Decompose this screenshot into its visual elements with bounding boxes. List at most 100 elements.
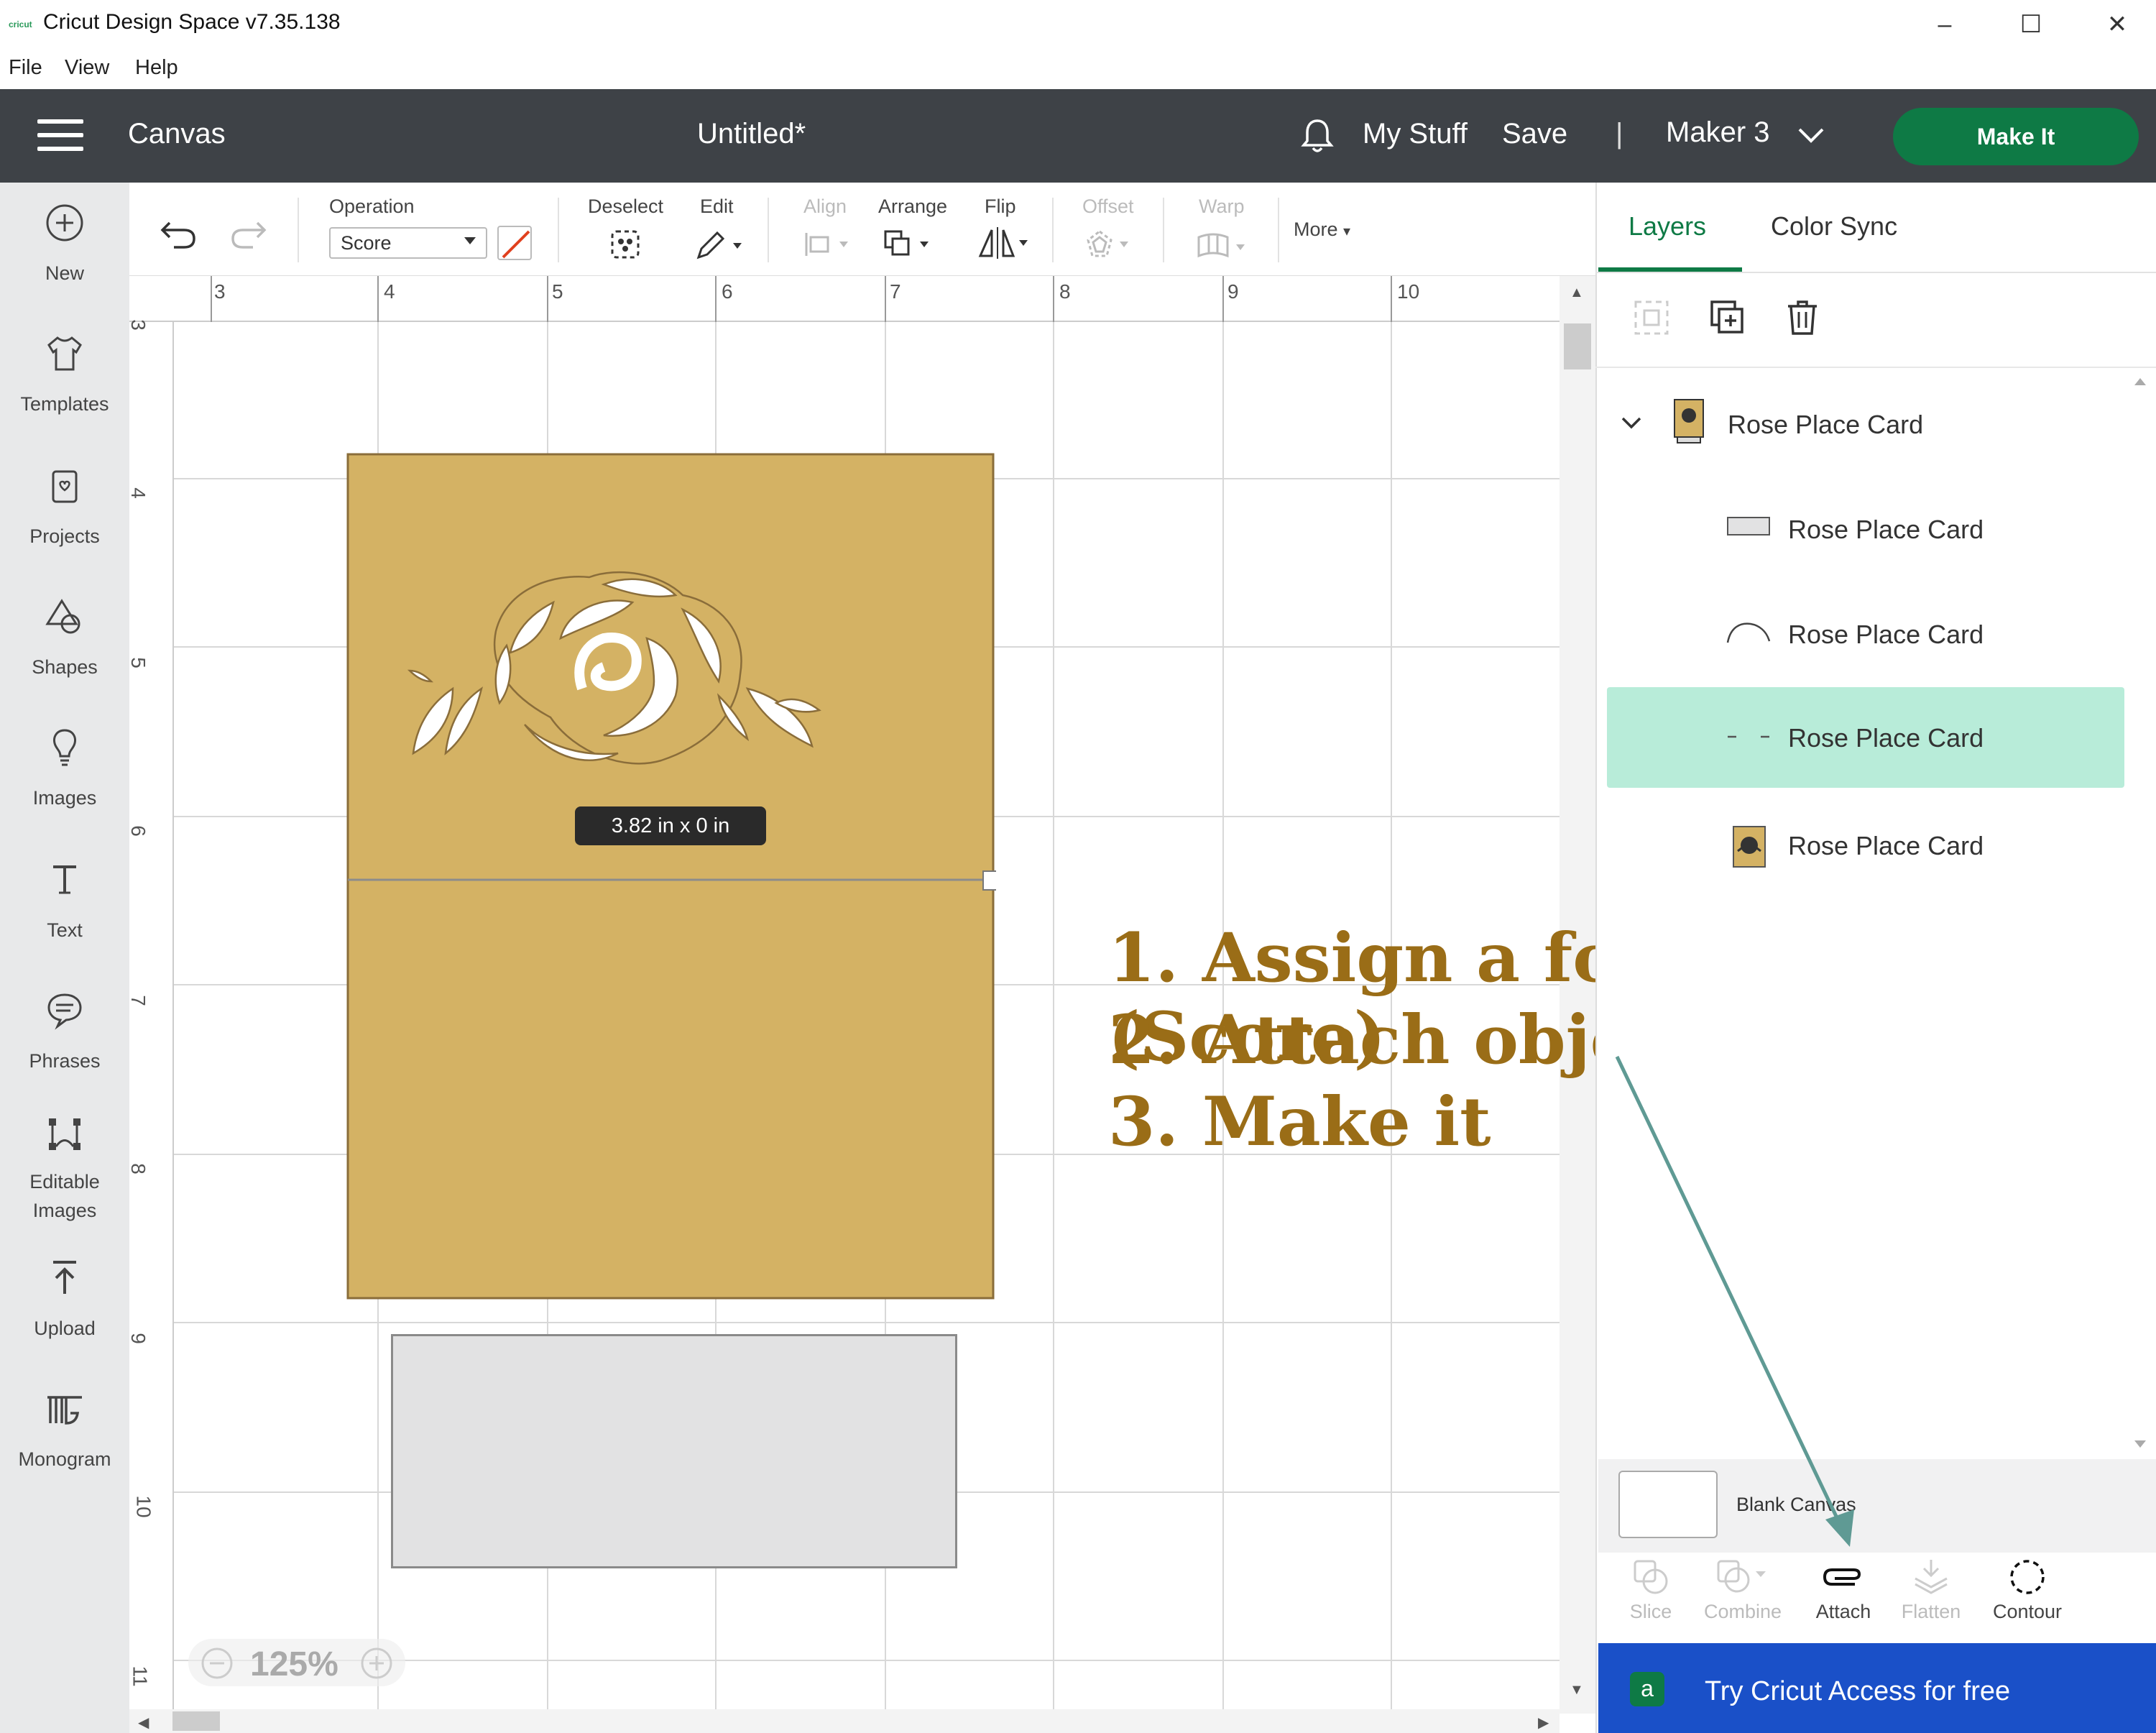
zoom-level: 125% xyxy=(250,1645,338,1683)
layer-group-row[interactable]: Rose Place Card xyxy=(1607,374,2124,474)
chevron-down-icon[interactable] xyxy=(1618,410,1644,436)
scroll-up-icon[interactable]: ▲ xyxy=(1570,285,1584,301)
rectangle-thumbnail xyxy=(1727,517,1770,535)
menu-file[interactable]: File xyxy=(9,56,42,80)
bell-icon[interactable] xyxy=(1299,116,1335,155)
zoom-in-icon[interactable] xyxy=(359,1646,394,1681)
sidebar-item-editable-images[interactable]: Editable Images xyxy=(0,1113,129,1256)
vertical-scroll-thumb[interactable] xyxy=(1564,323,1591,369)
scroll-down-icon[interactable]: ▼ xyxy=(1570,1682,1584,1698)
scroll-left-icon[interactable]: ◀ xyxy=(138,1714,149,1732)
sidebar-item-label: Phrases xyxy=(29,1050,101,1072)
operation-dropdown[interactable]: Score xyxy=(329,227,487,259)
menu-help[interactable]: Help xyxy=(135,56,178,80)
score-line-thumbnail xyxy=(1728,735,1769,738)
ruler-label: 4 xyxy=(384,280,395,303)
ruler-label: 9 xyxy=(126,1333,149,1344)
rose-image-thumbnail xyxy=(1733,826,1766,868)
warp-label: Warp xyxy=(1199,196,1245,217)
ruler-label: 10 xyxy=(132,1495,155,1518)
ruler-label: 7 xyxy=(126,995,149,1006)
flip-label: Flip xyxy=(985,196,1016,217)
sidebar-item-text[interactable]: Text xyxy=(0,858,129,980)
arrange-icon[interactable] xyxy=(881,227,936,262)
flatten-button[interactable]: Flatten xyxy=(1884,1557,1978,1623)
sidebar-item-templates[interactable]: Templates xyxy=(0,332,129,454)
flatten-label: Flatten xyxy=(1901,1601,1961,1622)
dimension-tooltip: 3.82 in x 0 in xyxy=(575,806,766,845)
deselect-icon[interactable] xyxy=(608,227,642,262)
sidebar-item-images[interactable]: Images xyxy=(0,726,129,848)
shapes-icon xyxy=(45,599,80,634)
ruler-label: 9 xyxy=(1227,280,1239,303)
horizontal-scroll-thumb[interactable] xyxy=(172,1711,220,1731)
edit-pencil-icon[interactable] xyxy=(693,227,747,262)
tabs-divider xyxy=(1595,272,2156,273)
group-icon[interactable] xyxy=(1631,298,1672,338)
align-icon[interactable] xyxy=(802,229,854,260)
sidebar-item-upload[interactable]: Upload xyxy=(0,1256,129,1379)
hamburger-menu-icon[interactable] xyxy=(37,119,83,151)
combine-label: Combine xyxy=(1703,1601,1782,1622)
rose-place-card[interactable] xyxy=(345,451,996,1301)
card-base-rectangle[interactable] xyxy=(391,1334,957,1568)
machine-selector[interactable]: Maker 3 xyxy=(1666,116,1770,149)
layer-row[interactable]: Rose Place Card xyxy=(1607,584,2124,684)
layer-row-selected[interactable]: Rose Place Card xyxy=(1607,687,2124,788)
layer-row[interactable]: Rose Place Card xyxy=(1607,479,2124,579)
sidebar-item-projects[interactable]: Projects xyxy=(0,464,129,587)
undo-icon[interactable] xyxy=(158,216,198,250)
deselect-label: Deselect xyxy=(588,196,664,217)
panel-scrollbar[interactable] xyxy=(2132,374,2149,1452)
attach-label: Attach xyxy=(1815,1601,1871,1622)
ruler-label: 4 xyxy=(126,487,149,499)
ruler-label: 5 xyxy=(126,657,149,668)
tab-color-sync[interactable]: Color Sync xyxy=(1771,211,1897,242)
document-title[interactable]: Untitled* xyxy=(697,118,806,150)
editable-image-icon xyxy=(49,1118,80,1150)
close-button[interactable]: ✕ xyxy=(2096,9,2139,40)
toolbar-divider xyxy=(1278,198,1279,262)
zoom-out-icon[interactable] xyxy=(200,1646,234,1681)
make-it-button[interactable]: Make It xyxy=(1893,108,2139,165)
redo-icon[interactable] xyxy=(229,216,269,250)
offset-icon[interactable] xyxy=(1082,227,1137,262)
menu-view[interactable]: View xyxy=(65,56,109,80)
sidebar-item-new[interactable]: New xyxy=(0,201,129,323)
contour-button[interactable]: Contour xyxy=(1981,1557,2074,1623)
scroll-right-icon[interactable]: ▶ xyxy=(1538,1714,1549,1732)
sidebar-item-shapes[interactable]: Shapes xyxy=(0,595,129,717)
layer-name: Rose Place Card xyxy=(1728,410,1924,439)
duplicate-icon[interactable] xyxy=(1708,298,1748,338)
ruler-label: 5 xyxy=(552,280,563,303)
flatten-icon xyxy=(1915,1560,1948,1594)
ruler-label: 11 xyxy=(129,1665,152,1687)
chevron-down-icon[interactable] xyxy=(1797,125,1825,147)
warp-icon[interactable] xyxy=(1196,230,1253,262)
sidebar-item-monogram[interactable]: Monogram xyxy=(0,1387,129,1509)
speech-bubble-icon xyxy=(47,993,82,1030)
ruler-label: 3 xyxy=(214,280,226,303)
my-stuff-link[interactable]: My Stuff xyxy=(1363,118,1468,150)
maximize-button[interactable]: ☐ xyxy=(2009,9,2053,40)
monogram-icon xyxy=(47,1396,82,1425)
layer-row[interactable]: Rose Place Card xyxy=(1607,795,2124,896)
minimize-button[interactable]: – xyxy=(1923,9,1966,40)
section-title: Canvas xyxy=(128,118,226,150)
toolbar-divider xyxy=(298,198,299,262)
flip-icon[interactable] xyxy=(977,226,1032,260)
sidebar-item-label: Images xyxy=(32,787,97,809)
align-label: Align xyxy=(803,196,847,217)
save-button[interactable]: Save xyxy=(1502,118,1567,150)
horizontal-scrollbar[interactable] xyxy=(129,1709,1560,1733)
sidebar-item-label: Templates xyxy=(20,393,109,415)
sidebar-item-label: New xyxy=(45,262,84,284)
trash-icon[interactable] xyxy=(1782,298,1823,338)
window-title: Cricut Design Space v7.35.138 xyxy=(43,10,341,34)
operation-color-swatch[interactable] xyxy=(497,226,532,260)
sidebar-item-phrases[interactable]: Phrases xyxy=(0,989,129,1111)
no-color-icon xyxy=(502,230,530,259)
tab-layers[interactable]: Layers xyxy=(1628,211,1706,242)
shirt-icon xyxy=(47,336,82,371)
more-button[interactable]: More ▾ xyxy=(1294,219,1350,241)
